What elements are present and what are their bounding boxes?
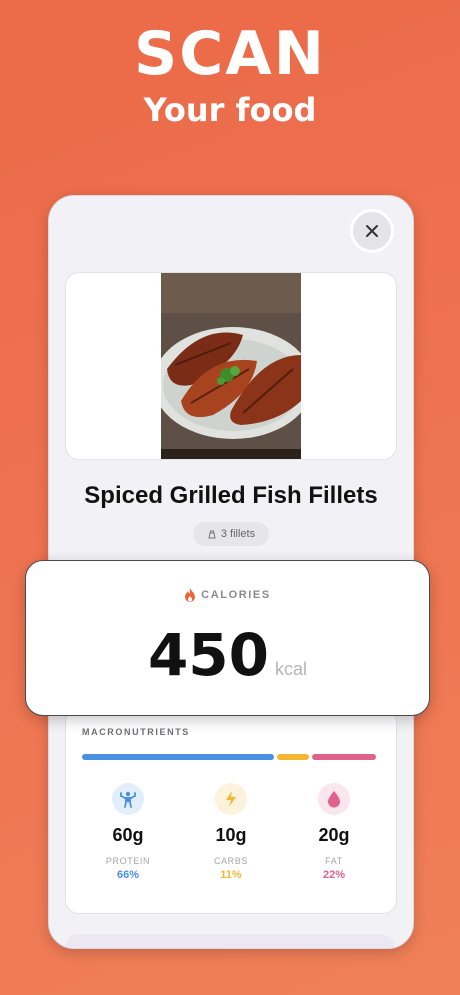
hero-subtitle: Your food: [143, 91, 317, 129]
macronutrients-card: MACRONUTRIENTS 60g PROTEIN 66% 10g CARBS…: [65, 708, 397, 914]
serving-icon: [208, 530, 216, 539]
calories-value-row: 450 kcal: [26, 623, 429, 687]
fat-value: 20g: [318, 825, 350, 845]
calories-unit: kcal: [275, 659, 308, 679]
drop-icon: [318, 783, 350, 815]
food-image-card: [65, 272, 397, 460]
carbs-value: 10g: [215, 825, 247, 845]
carbs-label: CARBS: [213, 856, 248, 866]
food-photo: [161, 273, 301, 459]
close-icon: [366, 225, 378, 237]
fat-label: FAT: [325, 856, 343, 866]
protein-column: 60g PROTEIN 66%: [78, 783, 178, 881]
flame-icon: [185, 588, 196, 602]
flexing-person-icon: [112, 783, 144, 815]
hero-title: SCAN: [134, 19, 326, 89]
carbs-column: 10g CARBS 11%: [181, 783, 281, 881]
serving-text: 3 fillets: [220, 528, 256, 540]
carbs-bar: [277, 754, 309, 760]
close-button[interactable]: [353, 212, 391, 250]
lightning-bolt-icon: [215, 783, 247, 815]
calories-value: 450: [147, 621, 270, 689]
protein-label: PROTEIN: [105, 856, 151, 866]
macronutrients-title: MACRONUTRIENTS: [82, 727, 190, 737]
protein-bar: [82, 754, 274, 760]
calories-label: CALORIES: [201, 589, 271, 601]
fat-column: 20g FAT 22%: [284, 783, 384, 881]
calories-card: CALORIES 450 kcal: [25, 560, 430, 716]
fat-percent: 22%: [322, 869, 346, 881]
protein-percent: 66%: [116, 869, 140, 881]
next-card-peek: [65, 934, 395, 948]
protein-value: 60g: [112, 825, 144, 845]
serving-badge: 3 fillets: [193, 522, 269, 546]
calories-label-row: CALORIES: [26, 587, 429, 603]
fat-bar: [312, 754, 376, 760]
food-name: Spiced Grilled Fish Fillets: [84, 482, 378, 509]
carbs-percent: 11%: [220, 869, 242, 881]
